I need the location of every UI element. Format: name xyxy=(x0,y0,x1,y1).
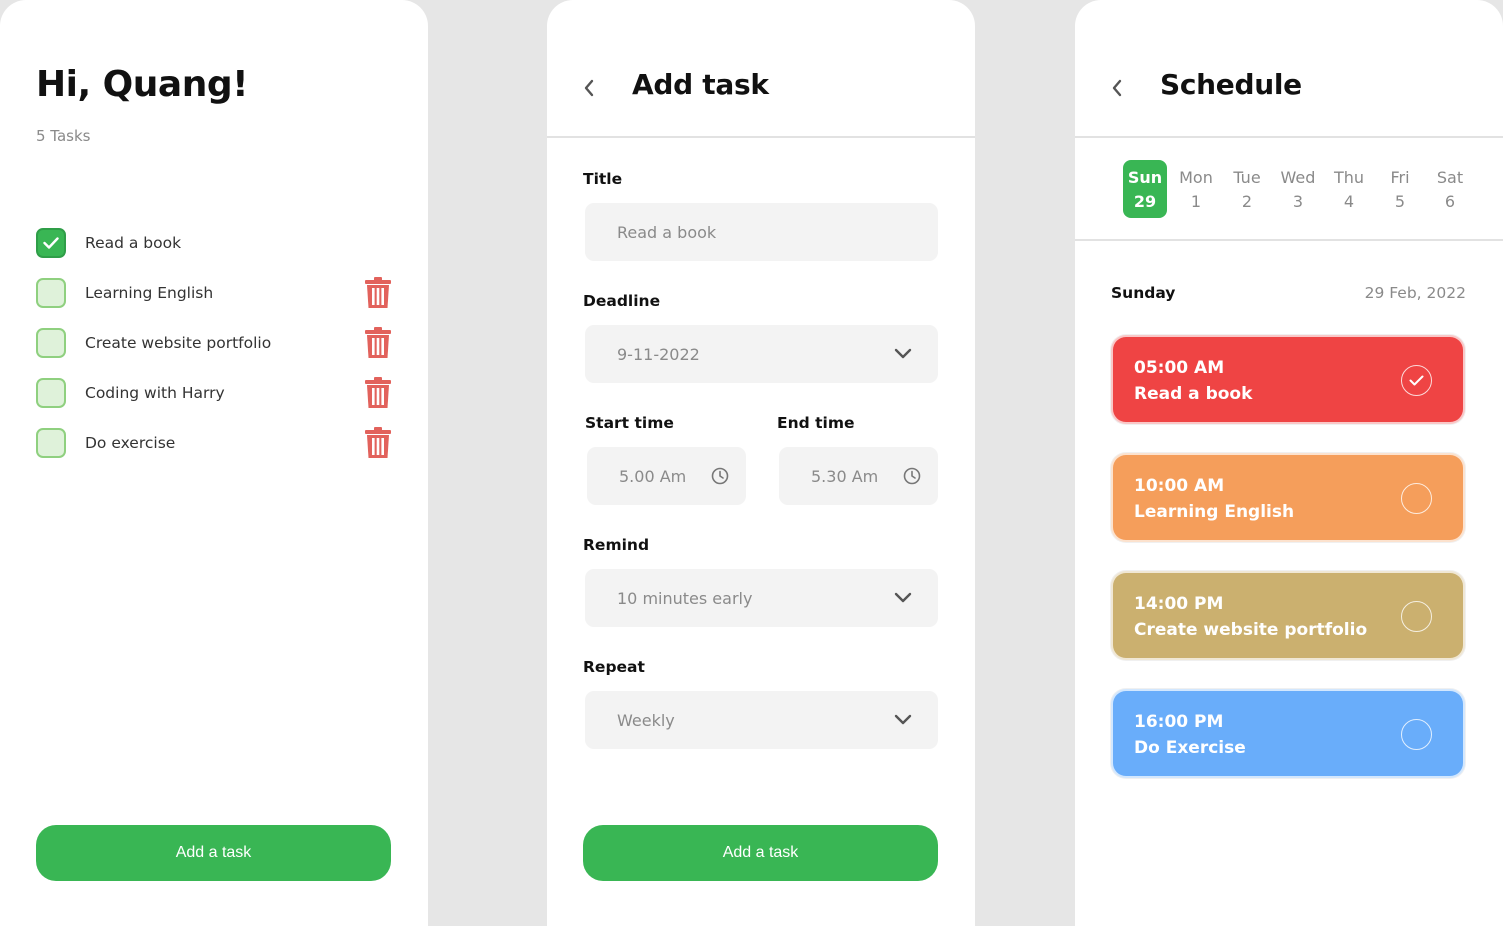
task-row: Learning English xyxy=(36,268,392,318)
clock-icon xyxy=(903,467,921,485)
clock-icon xyxy=(711,467,729,485)
circle-icon[interactable] xyxy=(1401,719,1432,750)
chevron-down-icon xyxy=(894,348,912,359)
done-toggle[interactable] xyxy=(1401,365,1432,396)
day-date: 4 xyxy=(1343,192,1355,211)
task-checkbox[interactable] xyxy=(36,278,66,308)
day-name: Thu xyxy=(1333,168,1365,187)
task-label: Read a book xyxy=(85,234,182,252)
task-label: Learning English xyxy=(85,284,214,302)
chevron-left-icon xyxy=(1112,79,1122,97)
day-tue[interactable]: Tue 2 xyxy=(1225,160,1269,218)
task-list: Read a book Learning English Create webs… xyxy=(36,218,392,468)
chevron-down-icon xyxy=(894,714,912,725)
chevron-left-icon xyxy=(584,79,594,97)
card-task-name: Create website portfolio xyxy=(1134,620,1368,640)
repeat-select[interactable]: Weekly xyxy=(585,691,938,749)
remind-select[interactable]: 10 minutes early xyxy=(585,569,938,627)
task-checkbox[interactable] xyxy=(36,328,66,358)
task-label: Coding with Harry xyxy=(85,384,225,402)
day-fri[interactable]: Fri 5 xyxy=(1378,160,1422,218)
home-screen: Hi, Quang! 5 Tasks Read a book Learning … xyxy=(0,0,428,926)
day-date: 5 xyxy=(1394,192,1406,211)
day-date: 3 xyxy=(1292,192,1304,211)
check-icon xyxy=(43,237,59,249)
task-row: Create website portfolio xyxy=(36,318,392,368)
schedule-card[interactable]: 14:00 PM Create website portfolio xyxy=(1111,571,1465,660)
remind-value: 10 minutes early xyxy=(617,588,753,608)
circle-icon[interactable] xyxy=(1401,483,1432,514)
trash-icon[interactable] xyxy=(364,327,392,359)
day-sun[interactable]: Sun 29 xyxy=(1123,160,1167,218)
day-date: 2 xyxy=(1241,192,1253,211)
page-title: Add task xyxy=(632,68,769,101)
trash-icon[interactable] xyxy=(364,277,392,309)
day-name: Fri xyxy=(1390,168,1410,187)
schedule-card[interactable]: 16:00 PM Do Exercise xyxy=(1111,689,1465,778)
page-title: Schedule xyxy=(1160,68,1302,101)
day-name: Mon xyxy=(1179,168,1213,187)
card-time: 16:00 PM xyxy=(1134,712,1224,732)
day-name: Wed xyxy=(1280,168,1316,187)
task-checkbox[interactable] xyxy=(36,428,66,458)
day-wed[interactable]: Wed 3 xyxy=(1276,160,1320,218)
title-field[interactable]: Read a book xyxy=(585,203,938,261)
header: Schedule xyxy=(1075,0,1503,138)
day-date: 6 xyxy=(1444,192,1456,211)
task-row: Do exercise xyxy=(36,418,392,468)
card-task-name: Read a book xyxy=(1134,384,1253,404)
circle-icon[interactable] xyxy=(1401,601,1432,632)
task-label: Do exercise xyxy=(85,434,176,452)
task-row: Coding with Harry xyxy=(36,368,392,418)
repeat-label: Repeat xyxy=(583,658,645,676)
end-time-label: End time xyxy=(777,414,855,432)
repeat-value: Weekly xyxy=(617,710,675,730)
end-time-field[interactable]: 5.30 Am xyxy=(779,447,938,505)
greeting-title: Hi, Quang! xyxy=(36,64,249,105)
week-strip: Sun 29 Mon 1 Tue 2 Wed 3 Thu 4 Fri 5 Sat 6 xyxy=(1075,138,1503,241)
task-checkbox[interactable] xyxy=(36,228,66,258)
chevron-down-icon xyxy=(894,592,912,603)
task-count: 5 Tasks xyxy=(36,127,91,145)
add-task-button[interactable]: Add a task xyxy=(583,825,938,881)
start-time-label: Start time xyxy=(585,414,674,432)
schedule-screen: Schedule Sun 29 Mon 1 Tue 2 Wed 3 Thu 4 Fri 5 … xyxy=(1075,0,1503,926)
start-time-field[interactable]: 5.00 Am xyxy=(587,447,746,505)
selected-day-name: Sunday xyxy=(1111,284,1176,302)
end-time-value: 5.30 Am xyxy=(811,466,879,486)
header: Add task xyxy=(547,0,975,138)
card-task-name: Do Exercise xyxy=(1134,738,1246,758)
check-icon xyxy=(1409,375,1424,386)
day-mon[interactable]: Mon 1 xyxy=(1174,160,1218,218)
day-sat[interactable]: Sat 6 xyxy=(1428,160,1472,218)
add-task-button[interactable]: Add a task xyxy=(36,825,391,881)
deadline-select[interactable]: 9-11-2022 xyxy=(585,325,938,383)
day-name: Sun xyxy=(1127,168,1163,187)
title-label: Title xyxy=(583,170,623,188)
add-task-screen: Add task Title Read a book Deadline 9-11… xyxy=(547,0,975,926)
remind-label: Remind xyxy=(583,536,650,554)
day-date: 1 xyxy=(1190,192,1202,211)
schedule-card[interactable]: 10:00 AM Learning English xyxy=(1111,453,1465,542)
card-time: 14:00 PM xyxy=(1134,594,1224,614)
card-task-name: Learning English xyxy=(1134,502,1295,522)
day-name: Tue xyxy=(1233,168,1261,187)
task-label: Create website portfolio xyxy=(85,334,272,352)
deadline-value: 9-11-2022 xyxy=(617,344,700,364)
card-time: 05:00 AM xyxy=(1134,358,1225,378)
task-row: Read a book xyxy=(36,218,392,268)
day-date: 29 xyxy=(1133,192,1157,211)
selected-date: 29 Feb, 2022 xyxy=(1364,284,1466,302)
trash-icon[interactable] xyxy=(364,427,392,459)
trash-icon[interactable] xyxy=(364,377,392,409)
back-button[interactable] xyxy=(1107,75,1127,101)
task-checkbox[interactable] xyxy=(36,378,66,408)
card-time: 10:00 AM xyxy=(1134,476,1225,496)
schedule-card[interactable]: 05:00 AM Read a book xyxy=(1111,335,1465,424)
back-button[interactable] xyxy=(579,75,599,101)
day-name: Sat xyxy=(1436,168,1464,187)
start-time-value: 5.00 Am xyxy=(619,466,687,486)
deadline-label: Deadline xyxy=(583,292,661,310)
day-thu[interactable]: Thu 4 xyxy=(1327,160,1371,218)
